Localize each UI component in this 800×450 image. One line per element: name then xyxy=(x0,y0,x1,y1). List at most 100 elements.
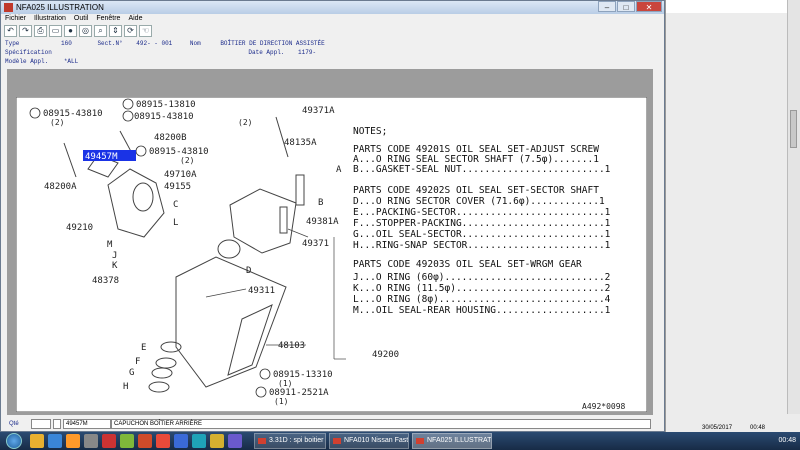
part-49710a: 49710A xyxy=(164,170,197,180)
side-window-scrollbar[interactable] xyxy=(787,0,800,414)
ie-icon[interactable] xyxy=(48,434,62,448)
maximize-button[interactable]: □ xyxy=(617,1,635,12)
notes-title: NOTES; xyxy=(353,126,387,137)
spec-label: Spécification xyxy=(5,49,52,56)
app-icon-4[interactable] xyxy=(84,434,98,448)
letter-a: A xyxy=(336,165,342,175)
window-title: NFA025 ILLUSTRATION xyxy=(16,3,104,12)
app-icon-11[interactable] xyxy=(210,434,224,448)
letter-c: C xyxy=(173,200,178,210)
app-icon-6[interactable] xyxy=(120,434,134,448)
letter-g: G xyxy=(129,368,134,378)
page-icon[interactable]: ▭ xyxy=(49,25,62,37)
part-48378: 48378 xyxy=(92,276,119,286)
modele-label: Modèle Appl. xyxy=(5,58,49,65)
callout-3-qty: (2) xyxy=(238,118,252,127)
callout-1-qty: (2) xyxy=(50,118,64,127)
letter-h: H xyxy=(123,382,128,392)
app-icon-9[interactable] xyxy=(174,434,188,448)
part-48200a: 48200A xyxy=(44,182,77,192)
rotate-icon[interactable]: ⟳ xyxy=(124,25,137,37)
date-value: 1179- xyxy=(298,49,317,56)
start-button[interactable] xyxy=(6,433,22,449)
menu-aide[interactable]: Aide xyxy=(124,14,146,24)
redo-icon[interactable]: ↷ xyxy=(19,25,32,37)
undo-icon[interactable]: ↶ xyxy=(4,25,17,37)
app-icon-5[interactable] xyxy=(102,434,116,448)
menu-fenetre[interactable]: Fenêtre xyxy=(92,14,124,24)
part-49371: 49371 xyxy=(302,239,329,249)
print-icon[interactable]: ⎙ xyxy=(34,25,47,37)
drawing-reference: A492*0098 xyxy=(582,402,626,411)
info-row-1: Type 160 Sect.N° 492- - 001 Nom BOÎTIER … xyxy=(5,40,325,48)
status-time: 00:48 xyxy=(750,425,766,431)
modele-value: *ALL xyxy=(63,58,79,65)
status-date: 30/05/2017 xyxy=(702,425,733,431)
side-window: 30/05/2017 00:48 xyxy=(665,0,800,432)
zoom-icon[interactable]: ◎ xyxy=(79,25,92,37)
close-button[interactable]: ✕ xyxy=(636,1,662,12)
part-desc-field: CAPUCHON BOÎTIER ARRIÈRE xyxy=(111,419,651,429)
note-line-3: B...GASKET-SEAL NUT.....................… xyxy=(353,164,611,175)
part-48135a: 48135A xyxy=(284,138,317,148)
letter-m: M xyxy=(107,240,113,250)
notes-block: NOTES; PARTS CODE 49201S OIL SEAL SET-AD… xyxy=(353,126,611,316)
part-48200b: 48200B xyxy=(154,133,187,143)
part-49210: 49210 xyxy=(66,223,93,233)
title-bar[interactable]: NFA025 ILLUSTRATION – □ ✕ xyxy=(1,1,664,14)
dot-icon[interactable]: ● xyxy=(64,25,77,37)
callout-5-qty: (1) xyxy=(278,379,292,388)
menu-fichier[interactable]: Fichier xyxy=(1,14,30,24)
note-line-14: M...OIL SEAL-REAR HOUSING...............… xyxy=(353,305,611,316)
find-icon[interactable]: ⌕ xyxy=(94,25,107,37)
callout-6-qty: (1) xyxy=(274,397,288,406)
note-line-9: H...RING-SNAP SECTOR....................… xyxy=(353,240,611,251)
note-line-10: PARTS CODE 49203S OIL SEAL SET-WRGM GEAR xyxy=(353,259,582,270)
scrollbar-thumb[interactable] xyxy=(790,110,797,148)
note-line-5: D...O RING SECTOR COVER (71.6φ).........… xyxy=(353,196,605,207)
type-label: Type xyxy=(5,40,20,47)
note-line-8: G...OIL SEAL-SECTOR.....................… xyxy=(353,229,611,240)
part-49371a: 49371A xyxy=(302,106,335,116)
callout-2: 08915-13810 xyxy=(136,100,196,110)
hand-icon[interactable]: ☜ xyxy=(139,25,152,37)
menu-outil[interactable]: Outil xyxy=(70,14,92,24)
menu-bar: Fichier Illustration Outil Fenêtre Aide xyxy=(1,14,664,24)
chrome-icon[interactable] xyxy=(156,434,170,448)
minimize-button[interactable]: – xyxy=(598,1,616,12)
date-label: Date Appl. xyxy=(248,49,285,56)
note-line-12: K...O RING (11.5φ)......................… xyxy=(353,283,610,294)
task-button-2[interactable]: NFA010 Nissan Fast ... xyxy=(329,433,409,449)
note-line-11: J...O RING (60φ)........................… xyxy=(353,272,610,283)
explorer-icon[interactable] xyxy=(30,434,44,448)
app-icon-7[interactable] xyxy=(138,434,152,448)
letter-f: F xyxy=(135,357,140,367)
callout-3: 08915-43810 xyxy=(134,112,194,122)
qte-spinner[interactable] xyxy=(53,419,61,429)
side-window-header xyxy=(666,0,800,13)
sect-value: 492- - 001 xyxy=(136,40,173,47)
letter-k: K xyxy=(112,261,118,271)
note-line-13: L...O RING (8φ).........................… xyxy=(353,294,611,305)
app-icon-12[interactable] xyxy=(228,434,242,448)
qte-input[interactable] xyxy=(31,419,51,429)
taskbar: 3.31D : spi boitier de... NFA010 Nissan … xyxy=(0,432,800,450)
nom-value: BOÎTIER DE DIRECTION ASSISTÉE xyxy=(220,40,325,47)
part-48103: 48103 xyxy=(278,341,305,351)
app-icon-10[interactable] xyxy=(192,434,206,448)
letter-j: J xyxy=(112,251,117,261)
note-line-4: PARTS CODE 49202S OIL SEAL SET-SECTOR SH… xyxy=(353,185,599,196)
part-49381a: 49381A xyxy=(306,217,339,227)
letter-b: B xyxy=(318,198,323,208)
tray-clock[interactable]: 00:48 xyxy=(778,437,796,444)
scroll-icon[interactable]: ⇕ xyxy=(109,25,122,37)
part-49457m: 49457M xyxy=(85,152,118,162)
note-line-6: E...PACKING-SECTOR......................… xyxy=(353,207,611,218)
callout-4-qty: (2) xyxy=(180,156,194,165)
menu-illustration[interactable]: Illustration xyxy=(30,14,70,24)
task-button-1[interactable]: 3.31D : spi boitier de... xyxy=(254,433,326,449)
side-status-bar: 30/05/2017 00:48 xyxy=(666,424,789,432)
task-button-3[interactable]: NFA025 ILLUSTRAT... xyxy=(412,433,492,449)
media-icon[interactable] xyxy=(66,434,80,448)
parts-illustration: 08915-43810 (2) 08915-13810 08915-43810 … xyxy=(16,97,647,412)
